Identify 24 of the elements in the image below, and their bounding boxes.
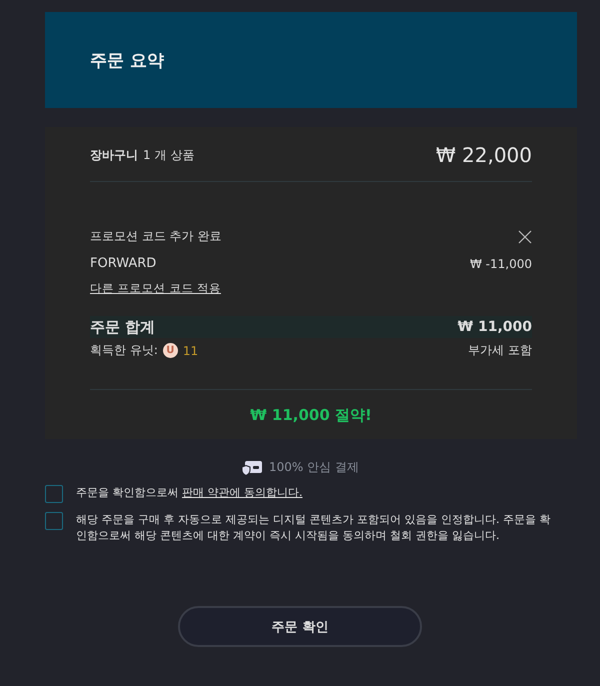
unit-coin-icon: U bbox=[162, 343, 178, 358]
agreement-text: 해당 주문을 구매 후 자동으로 제공되는 디지털 콘텐츠가 포함되어 있음을 인정합니다. 주문을 확인함으로써 해당 콘텐츠에 대한 계약이 즉시 시작됨을 동의하며 철회 권한을 잃습니다. bbox=[76, 512, 552, 544]
units-value: 11 bbox=[182, 344, 198, 358]
cart-label: 장바구니 bbox=[90, 146, 138, 164]
total-value: ₩ 11,000 bbox=[458, 319, 532, 335]
close-icon[interactable] bbox=[518, 230, 532, 244]
total-label: 주문 합계 bbox=[90, 318, 156, 336]
promo-code: FORWARD bbox=[90, 256, 156, 271]
checkbox[interactable] bbox=[45, 512, 63, 530]
card-shield-icon bbox=[241, 460, 264, 476]
item-count: 1 개 상품 bbox=[143, 146, 194, 164]
summary-title: 주문 요약 bbox=[90, 50, 164, 72]
checkbox[interactable] bbox=[45, 485, 63, 503]
units-label: 획득한 유닛: bbox=[90, 342, 158, 359]
promo-status: 프로모션 코드 추가 완료 bbox=[90, 228, 222, 245]
agreement-text: 주문을 확인함으로써 판매 약관에 동의합니다. bbox=[76, 485, 302, 501]
savings-text: ₩ 11,000 절약! bbox=[250, 406, 372, 425]
tax-note: 부가세 포함 bbox=[468, 342, 532, 359]
confirm-order-button[interactable]: 주문 확인 bbox=[178, 606, 422, 647]
terms-link[interactable]: 판매 약관에 동의합니다. bbox=[182, 486, 302, 499]
promo-discount: ₩ -11,000 bbox=[470, 256, 532, 270]
cart-total: ₩ 22,000 bbox=[436, 143, 532, 167]
secure-payment-text: 100% 안심 결제 bbox=[269, 459, 359, 476]
other-promo-link[interactable]: 다른 프로모션 코드 적용 bbox=[90, 281, 221, 296]
